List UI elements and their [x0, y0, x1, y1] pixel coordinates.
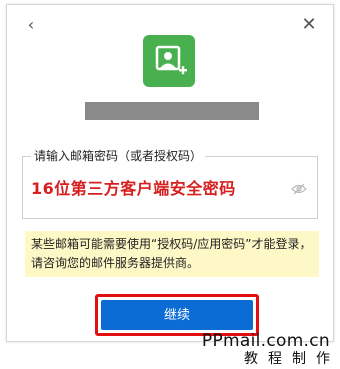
password-input[interactable]: 16位第三方客户端安全密码 — [31, 177, 271, 201]
watermark-site: PPmail.com.cn — [201, 331, 330, 351]
close-icon[interactable]: ✕ — [299, 15, 319, 35]
password-field-label: 请输入邮箱密码（或者授权码） — [31, 148, 206, 164]
add-contact-icon — [143, 35, 195, 87]
auth-code-notice: 某些邮箱可能需要使用“授权码/应用密码”才能登录，请咨询您的邮件服务器提供商。 — [25, 231, 319, 277]
eye-slash-icon[interactable] — [291, 183, 307, 195]
redacted-email-address — [85, 102, 259, 120]
watermark-subtitle: 教程制作 — [244, 351, 340, 367]
password-field: 请输入邮箱密码（或者授权码） 16位第三方客户端安全密码 — [22, 148, 318, 219]
add-account-dialog: ‹ ✕ 请输入邮箱密码（或者授权码） 16位第三方客户端安全密码 某些邮箱可能需… — [6, 4, 334, 342]
watermark: PPmail.com.cn 教程制作 — [202, 331, 330, 367]
back-arrow-icon[interactable]: ‹ — [21, 15, 41, 35]
continue-button[interactable]: 继续 — [101, 300, 253, 330]
